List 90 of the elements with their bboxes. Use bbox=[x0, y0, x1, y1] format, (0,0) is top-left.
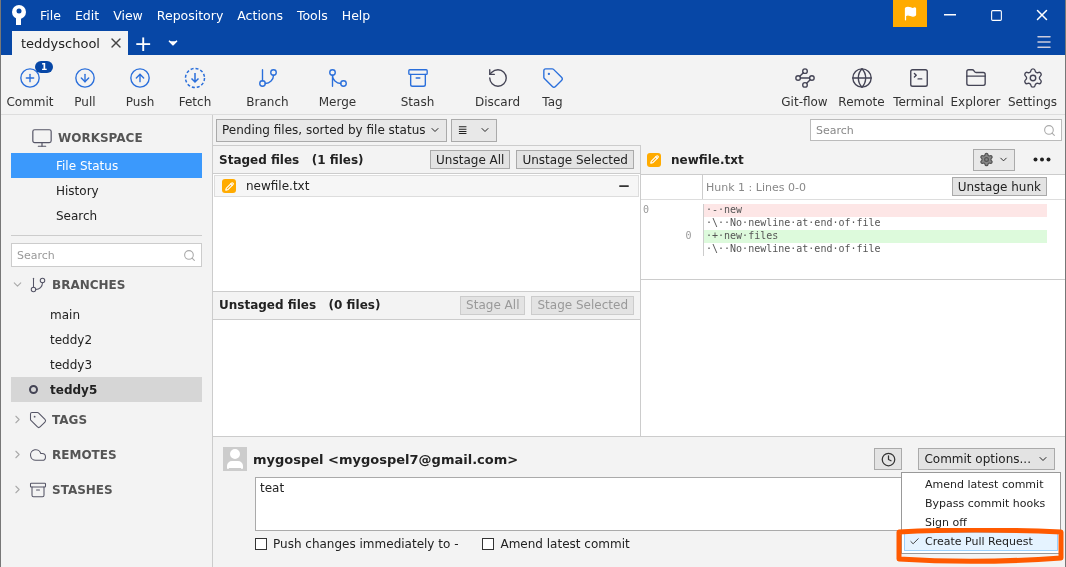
toolbar-button[interactable]: Pull bbox=[55, 60, 115, 109]
menu-item[interactable]: Actions bbox=[230, 7, 290, 23]
branch-item[interactable]: teddy3 bbox=[11, 352, 202, 377]
branch-item[interactable]: teddy2 bbox=[11, 327, 202, 352]
menu-item[interactable]: View bbox=[106, 7, 150, 23]
clock-icon bbox=[880, 451, 896, 467]
undo-icon bbox=[486, 66, 509, 89]
check-icon bbox=[909, 536, 920, 547]
sidebar-item[interactable]: History bbox=[11, 178, 202, 203]
search-field[interactable]: Search bbox=[810, 119, 1062, 141]
menu-item[interactable]: Edit bbox=[67, 7, 107, 23]
box-icon bbox=[29, 480, 47, 499]
toolbar-button[interactable]: Remote bbox=[833, 60, 890, 109]
file-row[interactable]: newfile.txt bbox=[214, 175, 639, 197]
pencil-icon bbox=[222, 179, 236, 193]
section-title: TAGS bbox=[52, 412, 88, 427]
unstage-hunk-button[interactable]: Unstage hunk bbox=[951, 177, 1047, 196]
branch-icon bbox=[29, 275, 47, 294]
menu-icon[interactable] bbox=[1035, 33, 1053, 51]
checkbox[interactable] bbox=[482, 538, 495, 550]
maximize-icon bbox=[989, 8, 1003, 22]
gear-icon bbox=[979, 152, 994, 167]
sidebar-item[interactable]: Search bbox=[11, 203, 202, 228]
tag-icon bbox=[541, 66, 564, 89]
branch-item[interactable]: main bbox=[11, 302, 202, 327]
menu-item[interactable]: File bbox=[33, 7, 68, 23]
author-name: mygospel <mygospel7@gmail.com> bbox=[253, 451, 519, 467]
toolbar-button[interactable]: Push bbox=[115, 60, 165, 109]
menu-item[interactable]: Repository bbox=[149, 7, 231, 23]
toolbar-button[interactable]: Explorer bbox=[947, 60, 1004, 109]
section-title: STASHES bbox=[52, 482, 113, 497]
up-arrow-circle-icon bbox=[129, 66, 151, 89]
terminal-icon bbox=[907, 66, 930, 89]
hunk-header: Hunk 1 : Lines 0-0 bbox=[706, 180, 806, 194]
diff-file-name: newfile.txt bbox=[671, 152, 744, 167]
file-name: newfile.txt bbox=[246, 179, 311, 193]
plus-circle-icon bbox=[19, 66, 41, 89]
section-title: WORKSPACE bbox=[58, 131, 143, 145]
more-icon[interactable] bbox=[1033, 157, 1051, 162]
line-number: 0 bbox=[685, 230, 692, 241]
line-number: 0 bbox=[643, 204, 650, 215]
pencil-icon bbox=[647, 152, 661, 167]
flag-icon bbox=[902, 6, 918, 21]
checkbox-label: Amend latest commit bbox=[500, 537, 630, 551]
toolbar-button[interactable]: Stash bbox=[365, 60, 470, 109]
avatar bbox=[223, 447, 247, 471]
settings-icon bbox=[1021, 66, 1044, 89]
checkbox[interactable] bbox=[255, 538, 267, 550]
history-button[interactable] bbox=[874, 448, 903, 470]
repository-tab[interactable]: teddyschool bbox=[12, 31, 128, 55]
section-title: BRANCHES bbox=[52, 277, 126, 292]
checkbox-label: Push changes immediately to - bbox=[273, 537, 459, 551]
list-action-button[interactable]: Unstage All bbox=[430, 150, 511, 169]
toolbar-button[interactable]: Fetch bbox=[165, 60, 225, 109]
toolbar-button[interactable]: Tag bbox=[525, 60, 580, 109]
diff-line: ·\··No·newline·at·end·of·file bbox=[703, 243, 1047, 256]
count-badge: 1 bbox=[35, 60, 54, 73]
search-icon bbox=[183, 248, 196, 262]
list-title: Unstaged files (0 files) bbox=[219, 298, 381, 312]
add-tab-button[interactable]: + bbox=[134, 33, 153, 55]
globe-icon bbox=[850, 66, 873, 89]
list-title: Staged files (1 files) bbox=[219, 152, 364, 167]
branch-icon bbox=[256, 66, 279, 89]
toolbar-button[interactable]: 1 Commit bbox=[5, 60, 55, 109]
tag-icon bbox=[29, 410, 47, 429]
branch-item[interactable]: teddy5 bbox=[11, 377, 202, 402]
toolbar-button[interactable]: Branch bbox=[225, 60, 310, 109]
search-icon bbox=[1043, 123, 1056, 137]
menu-item[interactable]: Tools bbox=[289, 7, 335, 23]
toolbar-button[interactable]: Settings bbox=[1004, 60, 1061, 109]
down-arrow-circle-icon bbox=[74, 66, 96, 89]
merge-icon bbox=[326, 66, 349, 89]
commit-options-button[interactable]: Commit options... bbox=[918, 448, 1055, 470]
monitor-icon bbox=[31, 127, 53, 149]
dashed-down-arrow-circle-icon bbox=[184, 66, 206, 89]
minimize-icon bbox=[944, 14, 956, 16]
logo-icon bbox=[11, 4, 27, 26]
toolbar-button[interactable]: Git-flow bbox=[776, 60, 833, 109]
view-mode-dropdown[interactable]: ≣ bbox=[451, 118, 498, 142]
section-title: REMOTES bbox=[52, 447, 117, 462]
toolbar-button[interactable]: Merge bbox=[310, 60, 365, 109]
toolbar-button[interactable]: Discard bbox=[470, 60, 525, 109]
box-icon bbox=[406, 66, 429, 89]
menu-item[interactable]: Help bbox=[334, 7, 378, 23]
settings-dropdown[interactable] bbox=[973, 148, 1015, 171]
folder-icon bbox=[964, 66, 987, 89]
list-action-button[interactable]: Unstage Selected bbox=[516, 150, 634, 169]
flow-icon bbox=[793, 66, 816, 89]
toolbar-button[interactable]: Terminal bbox=[890, 60, 947, 109]
sort-dropdown[interactable]: Pending files, sorted by file status bbox=[216, 118, 448, 142]
